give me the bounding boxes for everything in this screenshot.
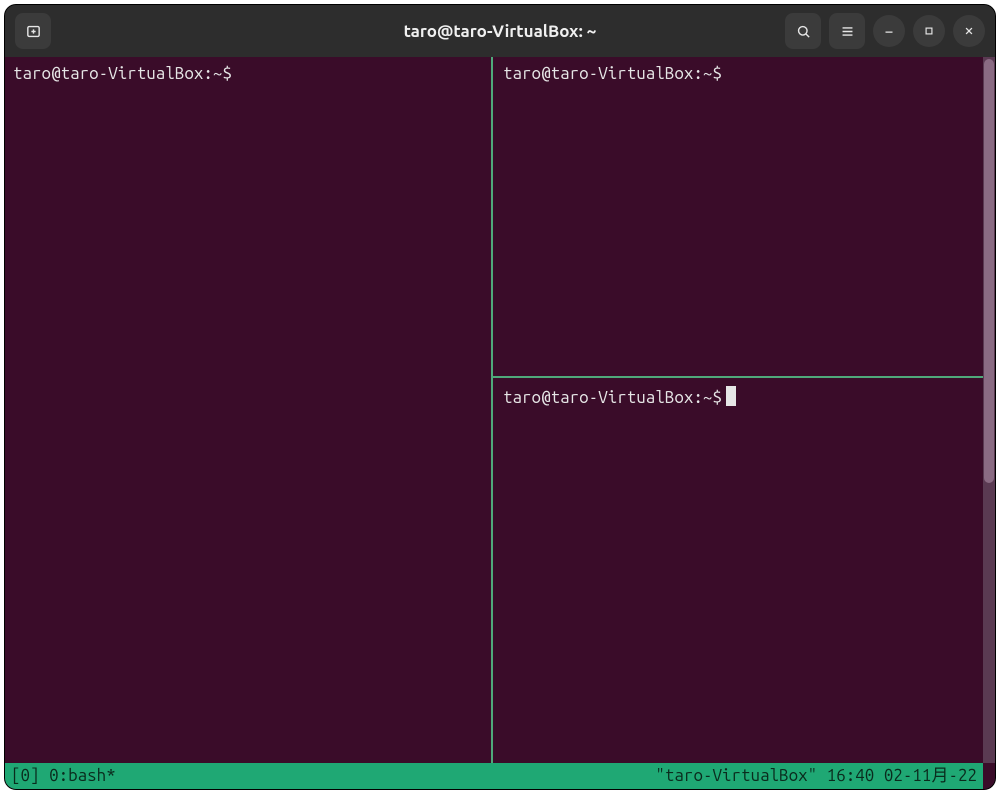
search-button[interactable] <box>785 13 821 49</box>
new-tab-icon <box>25 23 42 40</box>
titlebar: taro@taro-VirtualBox: ~ <box>5 5 995 57</box>
prompt: taro@taro-VirtualBox:~$ <box>503 64 722 83</box>
tmux-status-right: "taro-VirtualBox" 16:40 02-11月-22 <box>655 765 977 788</box>
scrollbar[interactable] <box>983 57 995 763</box>
terminal-window: taro@taro-VirtualBox: ~ <box>4 4 996 790</box>
scrollbar-thumb[interactable] <box>984 59 994 483</box>
terminal-area: taro@taro-VirtualBox:~$ taro@taro-Virtua… <box>5 57 995 789</box>
close-icon <box>962 24 976 38</box>
search-icon <box>795 23 812 40</box>
maximize-icon <box>922 24 936 38</box>
prompt: taro@taro-VirtualBox:~$ <box>503 388 722 407</box>
hamburger-icon <box>839 23 856 40</box>
new-tab-button[interactable] <box>15 13 51 49</box>
maximize-button[interactable] <box>913 15 945 47</box>
tmux-status-bar: [0] 0:bash* "taro-VirtualBox" 16:40 02-1… <box>5 763 983 789</box>
tmux-panes: taro@taro-VirtualBox:~$ taro@taro-Virtua… <box>5 57 995 789</box>
tmux-status-left: [0] 0:bash* <box>11 765 116 788</box>
cursor <box>726 386 736 406</box>
minimize-button[interactable] <box>873 15 905 47</box>
pane-bottom-right[interactable]: taro@taro-VirtualBox:~$ <box>495 380 983 763</box>
minimize-icon <box>882 24 896 38</box>
pane-left[interactable]: taro@taro-VirtualBox:~$ <box>5 57 489 763</box>
close-button[interactable] <box>953 15 985 47</box>
tmux-vertical-split[interactable] <box>491 57 493 763</box>
tmux-horizontal-split[interactable] <box>493 376 983 378</box>
prompt: taro@taro-VirtualBox:~$ <box>13 64 232 83</box>
pane-top-right[interactable]: taro@taro-VirtualBox:~$ <box>495 57 983 374</box>
hamburger-menu-button[interactable] <box>829 13 865 49</box>
